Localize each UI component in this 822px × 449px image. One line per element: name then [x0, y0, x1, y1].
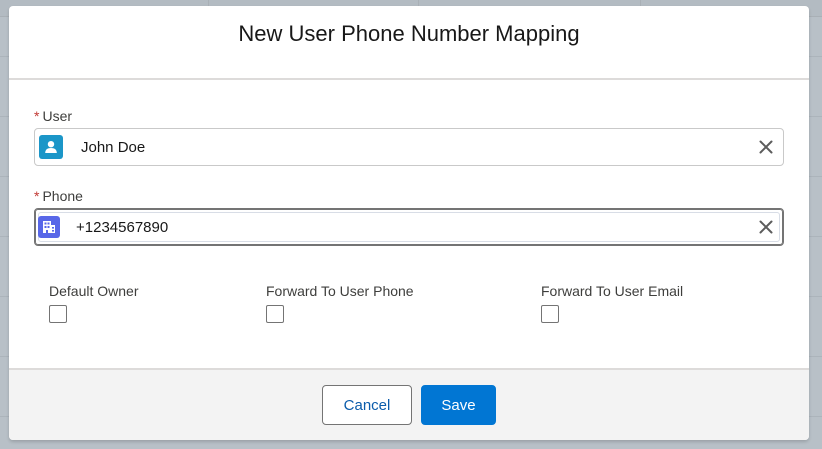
modal-title: New User Phone Number Mapping	[238, 20, 580, 46]
forward-to-user-phone-label: Forward To User Phone	[266, 283, 414, 299]
new-mapping-modal: New User Phone Number Mapping * User John…	[9, 6, 809, 440]
default-owner-group: Default Owner	[49, 282, 138, 323]
forward-to-user-email-group: Forward To User Email	[541, 282, 683, 323]
forward-to-user-email-checkbox[interactable]	[541, 305, 559, 323]
modal-footer: Cancel Save	[9, 368, 809, 440]
modal-header: New User Phone Number Mapping	[9, 6, 809, 80]
forward-to-user-phone-checkbox[interactable]	[266, 305, 284, 323]
forward-to-user-phone-group: Forward To User Phone	[266, 282, 414, 323]
phone-label-text: Phone	[42, 188, 83, 204]
user-lookup[interactable]: John Doe	[34, 128, 784, 166]
forward-to-user-email-label: Forward To User Email	[541, 283, 684, 299]
default-owner-checkbox[interactable]	[49, 305, 67, 323]
default-owner-label: Default Owner	[49, 283, 139, 299]
phone-lookup[interactable]: +1234567890	[34, 208, 784, 246]
user-icon	[39, 135, 63, 159]
user-label-text: User	[42, 108, 73, 124]
phone-field: * Phone +1234567890	[34, 186, 784, 246]
phone-clear-icon[interactable]	[757, 218, 775, 236]
building-icon	[38, 216, 60, 238]
save-button[interactable]: Save	[421, 385, 496, 425]
user-lookup-value: John Doe	[81, 139, 146, 156]
required-marker: *	[34, 188, 40, 204]
required-marker: *	[34, 108, 40, 124]
phone-label: * Phone	[34, 186, 784, 206]
phone-lookup-value: +1234567890	[76, 219, 169, 236]
user-clear-icon[interactable]	[757, 138, 775, 156]
cancel-button[interactable]: Cancel	[322, 385, 412, 425]
user-field: * User John Doe	[34, 106, 784, 166]
user-label: * User	[34, 106, 784, 126]
